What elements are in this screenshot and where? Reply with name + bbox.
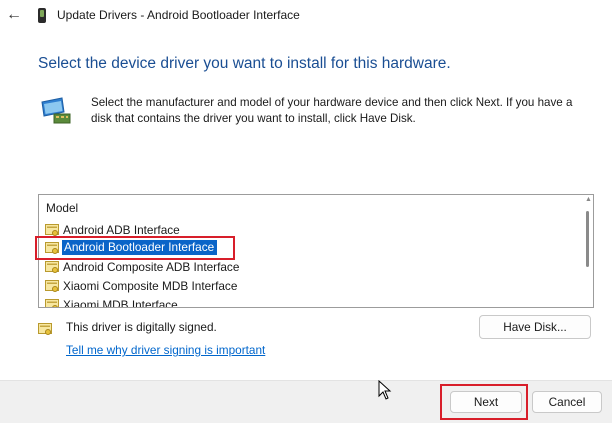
window-title: Update Drivers - Android Bootloader Inte… (57, 8, 300, 22)
back-arrow-icon[interactable]: ← (6, 6, 24, 24)
list-item[interactable]: Xiaomi MDB Interface (43, 296, 573, 308)
scroll-up-icon[interactable]: ▲ (585, 196, 592, 203)
list-item[interactable]: Xiaomi Composite MDB Interface (43, 277, 573, 295)
mouse-cursor-icon (378, 380, 392, 400)
page-heading: Select the device driver you want to ins… (38, 55, 451, 72)
driver-certificate-icon (45, 224, 59, 236)
driver-certificate-icon (45, 299, 59, 307)
next-highlight-box (440, 384, 528, 420)
cancel-button[interactable]: Cancel (532, 391, 602, 413)
model-column-header: Model (46, 201, 79, 215)
list-item-label: Xiaomi Composite MDB Interface (63, 279, 238, 293)
signing-status-text: This driver is digitally signed. (66, 320, 217, 334)
device-icon (38, 8, 46, 23)
signed-certificate-icon (38, 323, 52, 335)
hardware-icon (41, 97, 71, 124)
list-item-label: Android ADB Interface (63, 223, 180, 237)
selection-highlight-box (35, 236, 235, 260)
have-disk-button[interactable]: Have Disk... (479, 315, 591, 339)
scrollbar-thumb[interactable] (586, 211, 589, 267)
list-item-label: Android Composite ADB Interface (63, 260, 240, 274)
driver-certificate-icon (45, 280, 59, 292)
driver-signing-link[interactable]: Tell me why driver signing is important (66, 343, 265, 357)
driver-certificate-icon (45, 261, 59, 273)
instructions-text: Select the manufacturer and model of you… (91, 96, 573, 125)
list-item[interactable]: Android Composite ADB Interface (43, 258, 573, 276)
list-item-label: Xiaomi MDB Interface (63, 298, 178, 308)
